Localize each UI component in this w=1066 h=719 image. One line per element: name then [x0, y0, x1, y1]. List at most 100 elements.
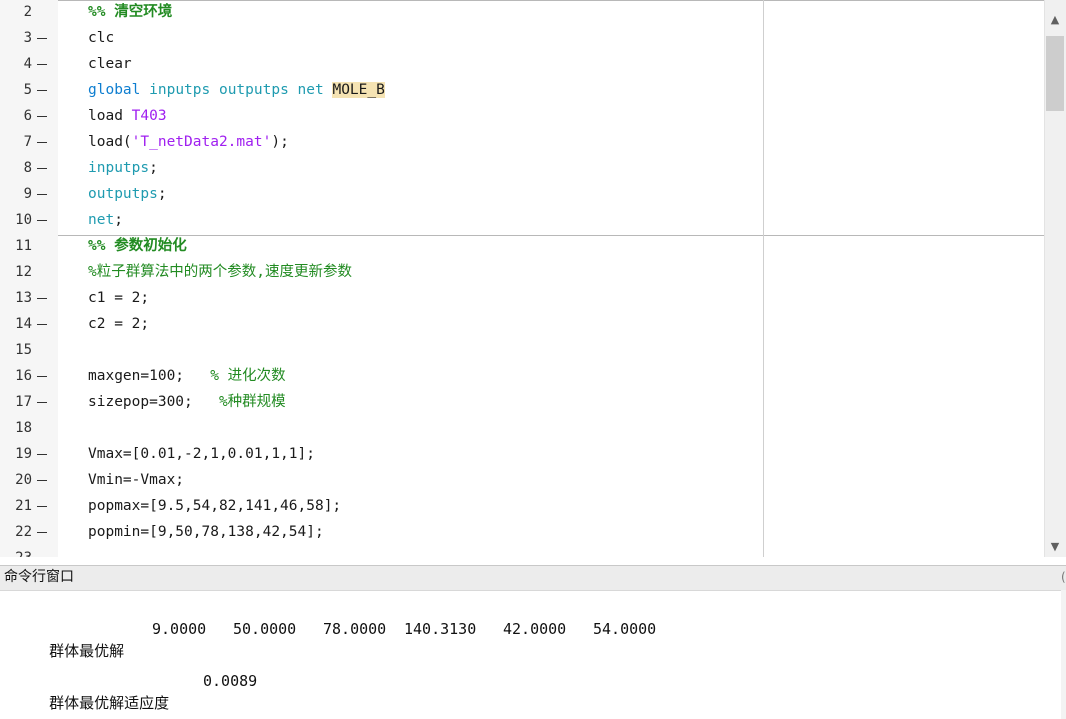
code-line[interactable]: Vmax=[0.01,-2,1,0.01,1,1];	[88, 441, 315, 467]
line-number: 19	[15, 446, 32, 462]
output-value: 78.0000	[323, 620, 387, 638]
line-number: 2	[23, 4, 32, 20]
code-line[interactable]: sizepop=300; %种群规模	[88, 389, 286, 415]
line-number: 15	[15, 342, 32, 358]
breakpoint-marker[interactable]	[37, 402, 47, 403]
code-token: MOLE_B	[332, 82, 385, 98]
breakpoint-marker[interactable]	[37, 64, 47, 65]
code-token: %种群规模	[218, 394, 286, 410]
breakpoint-marker[interactable]	[37, 168, 47, 169]
code-token: %% 参数初始化	[88, 238, 187, 254]
breakpoint-marker[interactable]	[37, 376, 47, 377]
output-value: 9.0000	[152, 620, 207, 638]
breakpoint-marker[interactable]	[37, 506, 47, 507]
scroll-up-icon[interactable]: ▲	[1044, 12, 1066, 28]
breakpoint-marker[interactable]	[37, 194, 47, 195]
panel-edge-handle[interactable]: (	[1061, 570, 1066, 584]
scroll-down-icon[interactable]: ▼	[1044, 539, 1066, 555]
code-token: % 进化次数	[210, 368, 286, 384]
code-token: clear	[88, 56, 132, 72]
code-token: ;	[149, 160, 158, 176]
breakpoint-marker[interactable]	[37, 142, 47, 143]
code-line[interactable]: global inputps outputps net MOLE_B	[88, 77, 385, 103]
code-line[interactable]: net;	[88, 207, 123, 233]
code-token: net	[88, 212, 115, 228]
code-token: popmin=[9,50,78,138,42,54];	[88, 524, 324, 540]
line-number: 10	[15, 212, 32, 228]
code-token: %粒子群算法中的两个参数,速度更新参数	[88, 264, 352, 280]
code-line[interactable]: Vmin=-Vmax;	[88, 467, 184, 493]
command-window-title: 命令行窗口	[4, 569, 74, 585]
code-token: T403	[131, 108, 167, 124]
code-line[interactable]: load T403	[88, 103, 167, 129]
breakpoint-marker[interactable]	[37, 324, 47, 325]
breakpoint-marker[interactable]	[37, 532, 47, 533]
line-number: 8	[23, 160, 32, 176]
code-token: c2 = 2;	[88, 316, 150, 332]
code-token: ;	[157, 186, 167, 202]
code-token: outputps	[88, 186, 158, 202]
output-value: 140.3130	[404, 620, 477, 638]
code-token: Vmax=[0.01,-2,1,0.01,1,1];	[88, 446, 315, 462]
line-number: 20	[15, 472, 32, 488]
line-number: 17	[15, 394, 32, 410]
code-line[interactable]: clc	[88, 25, 114, 51]
breakpoint-marker[interactable]	[37, 220, 47, 221]
code-token: %% 清空环境	[88, 4, 173, 20]
output-row-best-solution: 群体最优解	[31, 618, 124, 662]
line-number: 21	[15, 498, 32, 514]
line-number: 12	[15, 264, 32, 280]
breakpoint-marker[interactable]	[37, 298, 47, 299]
line-number: 6	[23, 108, 32, 124]
scrollbar-thumb[interactable]	[1046, 36, 1064, 111]
code-token: popmax=[9.5,54,82,141,46,58];	[88, 498, 342, 514]
output-value: 50.0000	[233, 620, 297, 638]
right-text-margin	[763, 0, 764, 557]
code-token: sizepop=300;	[88, 394, 219, 410]
breakpoint-marker[interactable]	[37, 454, 47, 455]
code-line[interactable]: popmin=[9,50,78,138,42,54];	[88, 519, 324, 545]
line-number: 18	[15, 420, 32, 436]
breakpoint-marker[interactable]	[37, 116, 47, 117]
cell-divider	[58, 0, 1044, 1]
line-number: 14	[15, 316, 32, 332]
output-value: 42.0000	[503, 620, 567, 638]
output-value: 0.0089	[203, 672, 258, 690]
line-number: 22	[15, 524, 32, 540]
code-token: );	[271, 134, 289, 150]
breakpoint-marker[interactable]	[37, 480, 47, 481]
cell-divider	[58, 235, 1044, 236]
command-window-scrollbar[interactable]	[1061, 590, 1066, 719]
code-line[interactable]: load('T_netData2.mat');	[88, 129, 289, 155]
line-number: 9	[23, 186, 32, 202]
breakpoint-marker[interactable]	[37, 38, 47, 39]
code-line[interactable]: %% 清空环境	[88, 0, 172, 25]
code-token: maxgen=100;	[88, 368, 211, 384]
line-number: 23	[0, 545, 32, 557]
code-line[interactable]: clear	[88, 51, 132, 77]
code-line[interactable]: %粒子群算法中的两个参数,速度更新参数	[88, 259, 352, 285]
line-number: 5	[23, 82, 32, 98]
code-line[interactable]: outputps;	[88, 181, 167, 207]
breakpoint-marker[interactable]	[37, 90, 47, 91]
code-line[interactable]: c2 = 2;	[88, 311, 149, 337]
code-editor[interactable]: 2 %% 清空环境 3 clc 4 clear 5 global inputps output…	[0, 0, 1044, 557]
code-line[interactable]: inputps;	[88, 155, 158, 181]
code-token: Vmin=-Vmax;	[88, 472, 185, 488]
code-token: 'T_netData2.mat'	[131, 134, 272, 150]
code-token: inputps outputps net	[149, 82, 324, 98]
code-token: inputps	[88, 160, 150, 176]
output-row-best-fitness: 群体最优解适应度	[31, 670, 169, 714]
code-token: global	[88, 82, 141, 98]
code-line[interactable]: popmax=[9.5,54,82,141,46,58];	[88, 493, 341, 519]
output-label: 群体最优解适应度	[49, 694, 170, 712]
code-line[interactable]: %% 参数初始化	[88, 233, 187, 259]
output-label: 群体最优解	[49, 642, 125, 660]
line-number: 7	[23, 134, 32, 150]
command-window-titlebar	[0, 565, 1066, 591]
code-line[interactable]: c1 = 2;	[88, 285, 149, 311]
line-number: 16	[15, 368, 32, 384]
code-line[interactable]: maxgen=100; % 进化次数	[88, 363, 286, 389]
code-token: ;	[114, 212, 123, 228]
